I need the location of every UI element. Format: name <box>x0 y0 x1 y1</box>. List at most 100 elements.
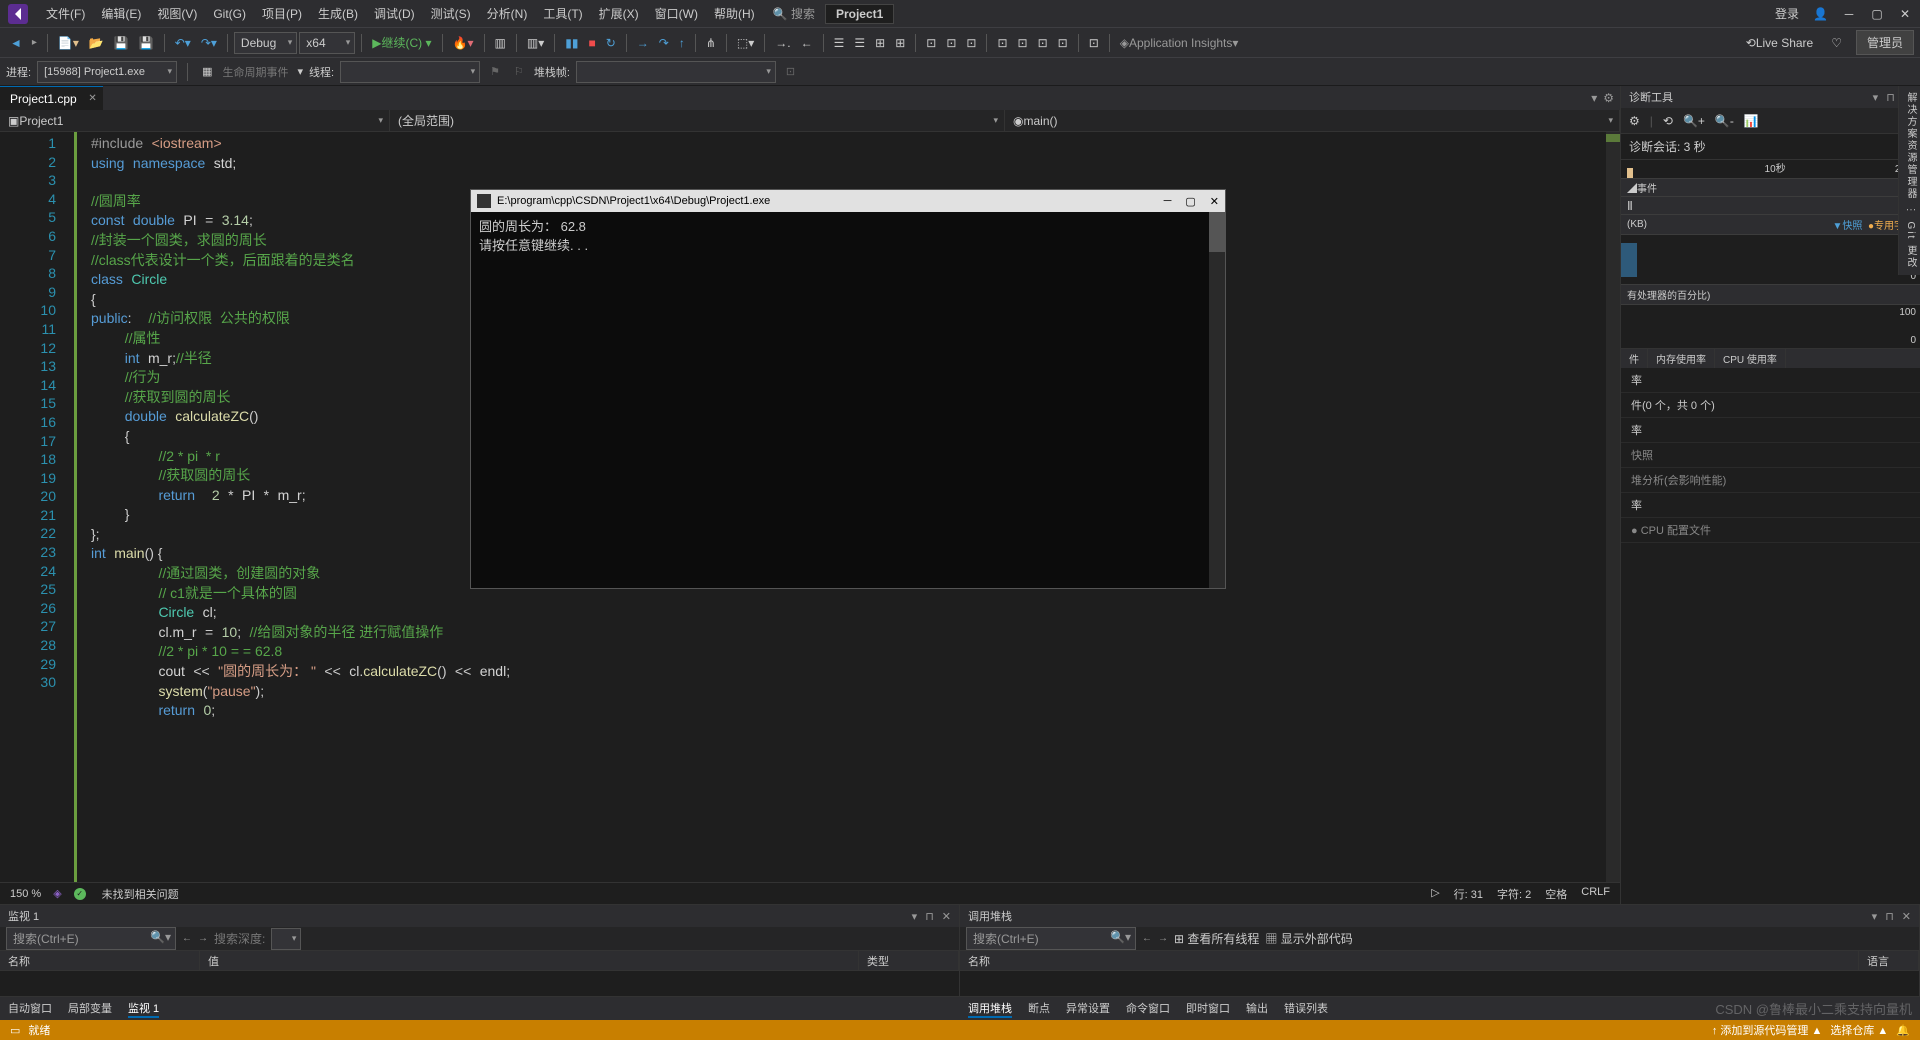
watch-body[interactable] <box>0 971 959 996</box>
panel-menu-icon[interactable]: ▾ <box>912 910 918 923</box>
nav-project[interactable]: ▣ Project1 <box>0 110 390 131</box>
close-icon[interactable]: ✕ <box>1898 7 1912 21</box>
callstack-body[interactable] <box>960 971 1919 996</box>
login-link[interactable]: 登录 <box>1775 5 1799 22</box>
lifecycle-icon[interactable]: ▦ <box>198 61 216 83</box>
col-value[interactable]: 值 <box>200 951 859 970</box>
tab-close-icon[interactable]: ✕ <box>88 93 96 104</box>
diag-row[interactable]: 率 <box>1621 368 1920 393</box>
step-icon2[interactable]: ▥▾ <box>523 32 548 54</box>
tool-icon-d[interactable]: ← <box>797 32 817 54</box>
tab-command[interactable]: 命令窗口 <box>1126 1000 1170 1018</box>
nav-func[interactable]: ◉ main() <box>1005 110 1620 131</box>
undo-icon[interactable]: ↶▾ <box>171 32 195 54</box>
diag-tab-summary[interactable]: 件 <box>1621 349 1648 368</box>
prev-icon[interactable]: ← <box>182 933 192 944</box>
diag-zoom-reset-icon[interactable]: ⟲ <box>1663 114 1673 128</box>
tool-icon-e[interactable]: ☰ <box>830 32 849 54</box>
diag-pause-row[interactable]: Ⅱ <box>1621 196 1920 214</box>
all-threads-btn[interactable]: ⊞ 查看所有线程 <box>1174 930 1259 947</box>
menu-window[interactable]: 窗口(W) <box>647 0 706 27</box>
external-code-btn[interactable]: ▦ 显示外部代码 <box>1265 930 1352 947</box>
menu-file[interactable]: 文件(F) <box>38 0 93 27</box>
tool-icon-m[interactable]: ⊡ <box>1014 32 1032 54</box>
diag-zoom-out-icon[interactable]: 🔍- <box>1715 114 1734 128</box>
user-icon[interactable]: 👤 <box>1813 7 1828 21</box>
tab-breakpoints[interactable]: 断点 <box>1028 1000 1050 1018</box>
diag-tab-cpu[interactable]: CPU 使用率 <box>1715 349 1786 368</box>
col-lang[interactable]: 语言 <box>1859 951 1919 970</box>
panel-pin-icon[interactable]: ⊓ <box>1886 91 1895 104</box>
bell-icon[interactable]: 🔔 <box>1896 1024 1910 1037</box>
menu-edit[interactable]: 编辑(E) <box>93 0 149 27</box>
menu-extensions[interactable]: 扩展(X) <box>591 0 647 27</box>
tool-icon-o[interactable]: ⊡ <box>1054 32 1072 54</box>
nav-fwd-icon[interactable]: ▸ <box>28 32 41 54</box>
tab-watch1[interactable]: 监视 1 <box>128 1000 159 1018</box>
tab-autos[interactable]: 自动窗口 <box>8 1000 52 1018</box>
callstack-search[interactable]: 搜索(Ctrl+E)🔍▾ <box>966 927 1136 950</box>
tool-icon-g[interactable]: ⊞ <box>871 32 889 54</box>
thread-combo[interactable] <box>340 61 480 83</box>
col-name[interactable]: 名称 <box>0 951 200 970</box>
menu-debug[interactable]: 调试(D) <box>366 0 423 27</box>
tool-icon-p[interactable]: ⊡ <box>1085 32 1103 54</box>
diag-row[interactable]: ● CPU 配置文件 <box>1621 518 1920 543</box>
tab-output[interactable]: 输出 <box>1246 1000 1268 1018</box>
console-max-icon[interactable]: ▢ <box>1185 195 1195 208</box>
stop-icon[interactable]: ■ <box>584 32 599 54</box>
tab-immediate[interactable]: 即时窗口 <box>1186 1000 1230 1018</box>
menu-project[interactable]: 项目(P) <box>254 0 310 27</box>
tool-icon-j[interactable]: ⊡ <box>942 32 960 54</box>
stackframe-combo[interactable] <box>576 61 776 83</box>
diag-row[interactable]: 件(0 个，共 0 个) <box>1621 393 1920 418</box>
menu-analyze[interactable]: 分析(N) <box>479 0 536 27</box>
dbg-icon[interactable]: ⊡ <box>782 61 799 83</box>
tool-icon-b[interactable]: ⬚▾ <box>733 32 758 54</box>
pause-icon[interactable]: ▮▮ <box>561 32 582 54</box>
panel-menu-icon[interactable]: ▾ <box>1873 91 1879 104</box>
config-combo[interactable]: Debug <box>234 32 297 54</box>
diag-row[interactable]: 率 <box>1621 418 1920 443</box>
live-share-button[interactable]: ⟲ Live Share <box>1742 32 1817 54</box>
panel-pin-icon[interactable]: ⊓ <box>1885 910 1894 923</box>
restart-icon[interactable]: ↻ <box>602 32 620 54</box>
global-search[interactable]: 🔍 搜索 <box>773 5 815 22</box>
menu-test[interactable]: 测试(S) <box>423 0 479 27</box>
col-type[interactable]: 类型 <box>859 951 959 970</box>
diag-row[interactable]: 快照 <box>1621 443 1920 468</box>
solution-explorer-tab[interactable]: 解决方案资源管理器 ⋮ Git 更改 <box>1898 86 1920 275</box>
col-name[interactable]: 名称 <box>960 951 1859 970</box>
playback-icon[interactable]: ▷ <box>1431 886 1439 902</box>
indent-mode[interactable]: 空格 <box>1545 886 1567 902</box>
menu-view[interactable]: 视图(V) <box>149 0 205 27</box>
next-icon[interactable]: → <box>198 933 208 944</box>
redo-icon[interactable]: ↷▾ <box>197 32 221 54</box>
panel-close-icon[interactable]: ✕ <box>1902 910 1911 923</box>
console-scrollbar[interactable] <box>1209 212 1225 588</box>
zoom-level[interactable]: 150 % <box>10 888 41 900</box>
diag-row[interactable]: 堆分析(会影响性能) <box>1621 468 1920 493</box>
prev-icon[interactable]: ← <box>1142 933 1152 944</box>
step-out-icon[interactable]: ↑ <box>675 32 689 54</box>
maximize-icon[interactable]: ▢ <box>1870 7 1884 21</box>
console-close-icon[interactable]: ✕ <box>1210 195 1219 208</box>
save-all-icon[interactable]: 💾 <box>135 32 158 54</box>
open-icon[interactable]: 📂 <box>85 32 108 54</box>
tab-locals[interactable]: 局部变量 <box>68 1000 112 1018</box>
tool-icon-f[interactable]: ☰ <box>850 32 869 54</box>
tool-icon-i[interactable]: ⊡ <box>922 32 940 54</box>
tab-errorlist[interactable]: 错误列表 <box>1284 1000 1328 1018</box>
panel-menu-icon[interactable]: ▾ <box>1872 910 1878 923</box>
flag2-icon[interactable]: ⚐ <box>510 61 528 83</box>
repo-select[interactable]: 选择仓库 ▲ <box>1830 1022 1888 1038</box>
panel-close-icon[interactable]: ✕ <box>942 910 951 923</box>
step-icon1[interactable]: ▥ <box>491 32 510 54</box>
tool-icon-l[interactable]: ⊡ <box>993 32 1011 54</box>
new-icon[interactable]: 📄▾ <box>54 32 83 54</box>
feedback-icon[interactable]: ♡ <box>1827 32 1846 54</box>
save-icon[interactable]: 💾 <box>110 32 133 54</box>
eol-mode[interactable]: CRLF <box>1581 886 1610 902</box>
watch-search[interactable]: 搜索(Ctrl+E)🔍▾ <box>6 927 176 950</box>
tool-icon-h[interactable]: ⊞ <box>891 32 909 54</box>
